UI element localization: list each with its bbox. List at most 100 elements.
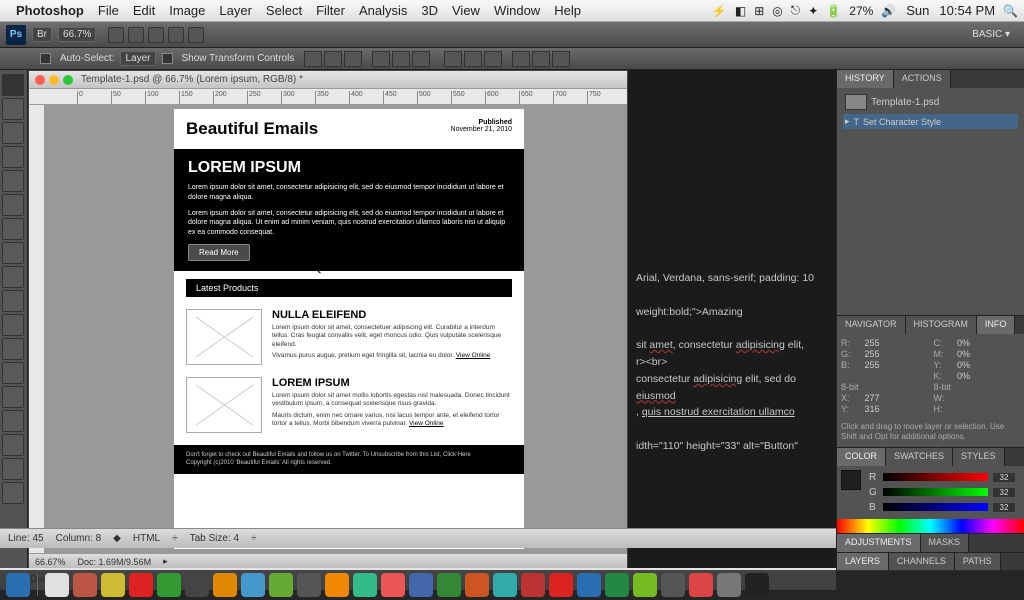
- dock-app-icon[interactable]: [269, 573, 293, 597]
- align-icon[interactable]: [324, 51, 342, 67]
- history-step[interactable]: ▸TSet Character Style: [843, 114, 1018, 129]
- stamp-tool[interactable]: [2, 266, 24, 288]
- canvas[interactable]: Beautiful Emails PublishedNovember 21, 2…: [45, 105, 627, 553]
- blue-input[interactable]: [992, 502, 1016, 513]
- zoom-select[interactable]: 66.7%: [58, 27, 96, 42]
- blue-slider[interactable]: [883, 503, 988, 511]
- tab-paths[interactable]: PATHS: [955, 553, 1001, 571]
- spectrum-picker[interactable]: [837, 519, 1024, 533]
- tab-masks[interactable]: MASKS: [921, 534, 970, 552]
- dock-app-icon[interactable]: [45, 573, 69, 597]
- menu-layer[interactable]: Layer: [219, 3, 252, 18]
- hand-icon[interactable]: [108, 27, 124, 43]
- battery-icon[interactable]: 🔋: [826, 4, 841, 18]
- tab-info[interactable]: INFO: [977, 316, 1016, 334]
- ps-logo-icon[interactable]: Ps: [6, 25, 26, 45]
- pen-tool[interactable]: [2, 410, 24, 432]
- minimize-icon[interactable]: [49, 75, 59, 85]
- tabsize-indicator[interactable]: Tab Size: 4: [190, 533, 239, 544]
- dock-app-icon[interactable]: [633, 573, 657, 597]
- dock-app-icon[interactable]: [549, 573, 573, 597]
- dock-app-icon[interactable]: [493, 573, 517, 597]
- dock-app-icon[interactable]: [213, 573, 237, 597]
- tab-swatches[interactable]: SWATCHES: [886, 448, 953, 466]
- menu-select[interactable]: Select: [266, 3, 302, 18]
- lang-indicator[interactable]: HTML: [133, 533, 160, 544]
- red-slider[interactable]: [883, 473, 988, 481]
- zoom-status[interactable]: 66.67%: [35, 557, 66, 567]
- distribute-icon[interactable]: [512, 51, 530, 67]
- status-icon[interactable]: ⚡: [712, 4, 727, 18]
- menu-image[interactable]: Image: [169, 3, 205, 18]
- tab-histogram[interactable]: HISTOGRAM: [906, 316, 977, 334]
- lasso-tool[interactable]: [2, 122, 24, 144]
- eraser-tool[interactable]: [2, 314, 24, 336]
- history-brush-tool[interactable]: [2, 290, 24, 312]
- volume-icon[interactable]: 🔊: [881, 4, 896, 18]
- tab-actions[interactable]: ACTIONS: [894, 70, 951, 88]
- distribute-icon[interactable]: [552, 51, 570, 67]
- bridge-button[interactable]: Br: [32, 27, 52, 42]
- ruler-vertical[interactable]: [29, 105, 45, 553]
- tab-navigator[interactable]: NAVIGATOR: [837, 316, 906, 334]
- menu-analysis[interactable]: Analysis: [359, 3, 407, 18]
- auto-select-checkbox[interactable]: [40, 53, 51, 64]
- zoom-icon[interactable]: [128, 27, 144, 43]
- close-icon[interactable]: [35, 75, 45, 85]
- dock-app-icon[interactable]: [661, 573, 685, 597]
- menu-view[interactable]: View: [452, 3, 480, 18]
- dock-app-icon[interactable]: [129, 573, 153, 597]
- tab-color[interactable]: COLOR: [837, 448, 886, 466]
- menu-filter[interactable]: Filter: [316, 3, 345, 18]
- tab-styles[interactable]: STYLES: [953, 448, 1005, 466]
- dock-app-icon[interactable]: [409, 573, 433, 597]
- menu-3d[interactable]: 3D: [421, 3, 438, 18]
- distribute-icon[interactable]: [484, 51, 502, 67]
- dock-app-icon[interactable]: [745, 573, 769, 597]
- dock-app-icon[interactable]: [101, 573, 125, 597]
- menu-edit[interactable]: Edit: [133, 3, 155, 18]
- heal-tool[interactable]: [2, 218, 24, 240]
- dock-app-icon[interactable]: [353, 573, 377, 597]
- dock-app-icon[interactable]: [73, 573, 97, 597]
- status-icon[interactable]: ⊞: [754, 4, 764, 18]
- dock-app-icon[interactable]: [325, 573, 349, 597]
- view-online-link[interactable]: View Online: [409, 420, 444, 427]
- code-editor[interactable]: Arial, Verdana, sans-serif; padding: 10 …: [628, 70, 836, 570]
- distribute-icon[interactable]: [444, 51, 462, 67]
- dock-app-icon[interactable]: [437, 573, 461, 597]
- evernote-icon[interactable]: ✦: [808, 4, 818, 18]
- ruler-horizontal[interactable]: 0501001502002503003504004505005506006507…: [29, 89, 627, 105]
- red-input[interactable]: [992, 472, 1016, 483]
- foreground-swatch[interactable]: [841, 470, 861, 490]
- dock-app-icon[interactable]: [605, 573, 629, 597]
- rotate-icon[interactable]: [148, 27, 164, 43]
- tab-history[interactable]: HISTORY: [837, 70, 894, 88]
- distribute-icon[interactable]: [532, 51, 550, 67]
- history-doc[interactable]: Template-1.psd: [871, 97, 939, 108]
- gradient-tool[interactable]: [2, 338, 24, 360]
- menu-help[interactable]: Help: [554, 3, 581, 18]
- dock-app-icon[interactable]: [577, 573, 601, 597]
- shape-tool[interactable]: [2, 482, 24, 504]
- align-icon[interactable]: [372, 51, 390, 67]
- wand-tool[interactable]: [2, 146, 24, 168]
- dock-app-icon[interactable]: [157, 573, 181, 597]
- green-input[interactable]: [992, 487, 1016, 498]
- align-icon[interactable]: [344, 51, 362, 67]
- path-tool[interactable]: [2, 458, 24, 480]
- crop-tool[interactable]: [2, 170, 24, 192]
- distribute-icon[interactable]: [464, 51, 482, 67]
- document-titlebar[interactable]: Template-1.psd @ 66.7% (Lorem ipsum, RGB…: [29, 71, 627, 89]
- status-icon[interactable]: ◧: [735, 4, 746, 18]
- align-icon[interactable]: [392, 51, 410, 67]
- dock-app-icon[interactable]: [381, 573, 405, 597]
- status-icon[interactable]: ◎: [772, 4, 782, 18]
- dock-app-icon[interactable]: [717, 573, 741, 597]
- blur-tool[interactable]: [2, 362, 24, 384]
- tab-adjustments[interactable]: ADJUSTMENTS: [837, 534, 921, 552]
- dock-app-icon[interactable]: [297, 573, 321, 597]
- dock-app-icon[interactable]: [689, 573, 713, 597]
- dock-app-icon[interactable]: [6, 573, 30, 597]
- eyedropper-tool[interactable]: [2, 194, 24, 216]
